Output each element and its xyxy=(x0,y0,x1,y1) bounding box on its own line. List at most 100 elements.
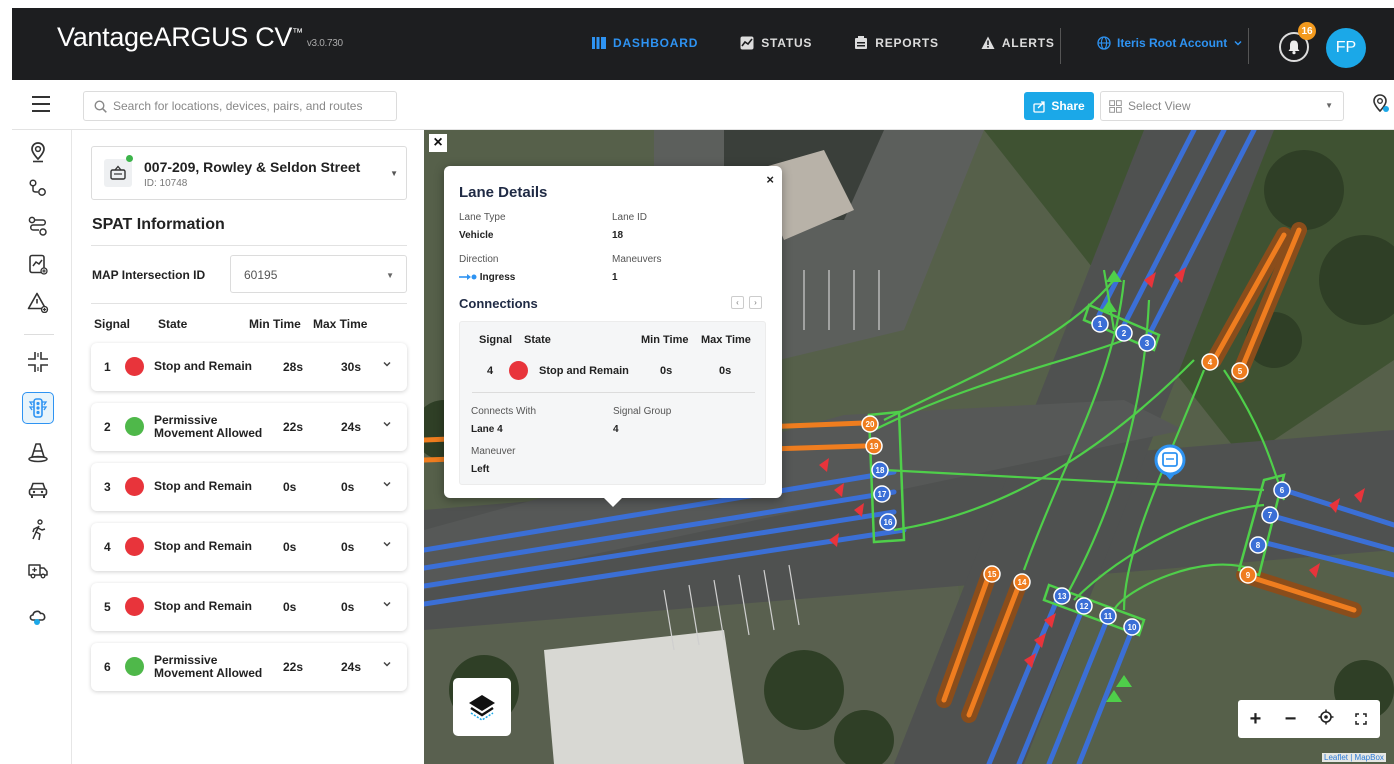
pedestrian-icon xyxy=(32,519,46,541)
nav-alerts[interactable]: ALERTS xyxy=(981,36,1055,50)
lane-marker-label: 1 xyxy=(1098,320,1103,329)
col-header-signal: Signal xyxy=(94,317,131,331)
caret-down-icon: ▼ xyxy=(1325,101,1333,110)
close-panel-icon[interactable]: × xyxy=(429,134,447,152)
signal-row[interactable]: 1 Stop and Remain 28s 30s xyxy=(91,343,407,391)
fullscreen-button[interactable] xyxy=(1343,708,1378,731)
map-controls: + − xyxy=(1238,700,1380,738)
map-view[interactable]: 1 2 3 6 7 8 10 11 12 13 16 17 18 4 5 9 14 15 19 20 × × Lane… xyxy=(424,130,1394,764)
rail-intersection[interactable] xyxy=(22,346,54,378)
expand-chevron-icon[interactable] xyxy=(382,539,392,552)
lane-marker-label: 19 xyxy=(870,442,879,451)
search-input[interactable] xyxy=(113,99,383,113)
signal-number: 5 xyxy=(104,600,111,614)
signal-row[interactable]: 4 Stop and Remain 0s 0s xyxy=(91,523,407,571)
connects-with-value: Lane 4 xyxy=(471,424,503,435)
signal-state: Stop and Remain xyxy=(154,539,253,553)
rail-reports[interactable] xyxy=(22,248,54,280)
map-intersection-id-value: 60195 xyxy=(244,268,278,282)
status-icon xyxy=(740,36,754,50)
divider xyxy=(1060,28,1061,64)
user-avatar[interactable]: FP xyxy=(1326,28,1366,68)
signal-state-dot xyxy=(125,597,144,616)
expand-chevron-icon[interactable] xyxy=(382,659,392,672)
app-root: VantageARGUS CV™v3.0.730 DASHBOARD STATU… xyxy=(0,0,1394,764)
rail-vehicles[interactable] xyxy=(22,474,54,506)
signal-state-dot xyxy=(125,417,144,436)
spat-panel: 007-209, Rowley & Seldon Street ID: 1074… xyxy=(73,130,424,764)
signal-max-time: 0s xyxy=(341,480,355,494)
divider xyxy=(91,303,407,304)
direction-text: Ingress xyxy=(479,272,516,283)
lane-marker-label: 16 xyxy=(884,518,893,527)
traffic-light-icon xyxy=(28,398,48,418)
globe-icon xyxy=(1097,36,1111,50)
intersection-device-icon xyxy=(104,159,132,187)
signal-max-time: 0s xyxy=(341,540,355,554)
rail-locations[interactable] xyxy=(22,136,54,168)
account-label: Iteris Root Account xyxy=(1117,36,1228,50)
select-view-dropdown[interactable]: Select View ▼ xyxy=(1100,91,1344,121)
signal-number: 3 xyxy=(104,480,111,494)
search-box[interactable] xyxy=(83,91,397,121)
brand-logo[interactable]: VantageARGUS CV™v3.0.730 xyxy=(57,22,343,53)
map-layers-button[interactable] xyxy=(453,678,511,736)
divider xyxy=(472,392,755,393)
nav-dashboard[interactable]: DASHBOARD xyxy=(592,36,698,50)
nav-reports[interactable]: REPORTS xyxy=(854,36,939,50)
zoom-in-button[interactable]: + xyxy=(1238,708,1273,731)
lane-details-title: Lane Details xyxy=(459,184,548,201)
account-selector[interactable]: Iteris Root Account xyxy=(1097,36,1243,50)
col-header-max-time: Max Time xyxy=(313,317,368,331)
menu-icon[interactable] xyxy=(32,96,50,117)
rail-pairs[interactable] xyxy=(22,172,54,204)
divider xyxy=(91,245,407,246)
expand-chevron-icon[interactable] xyxy=(382,419,392,432)
next-page-button[interactable]: › xyxy=(749,296,762,309)
signal-group-value: 4 xyxy=(613,424,619,435)
conn-header-min-time: Min Time xyxy=(641,334,689,346)
signal-state-dot xyxy=(125,657,144,676)
share-button[interactable]: Share xyxy=(1024,92,1094,120)
signal-row[interactable]: 2 Permissive Movement Allowed 22s 24s xyxy=(91,403,407,451)
rail-weather[interactable] xyxy=(22,600,54,632)
conn-min-time: 0s xyxy=(660,365,673,377)
prev-page-button[interactable]: ‹ xyxy=(731,296,744,309)
expand-chevron-icon[interactable] xyxy=(382,479,392,492)
signal-row[interactable]: 6 Permissive Movement Allowed 22s 24s xyxy=(91,643,407,691)
nav-dashboard-label: DASHBOARD xyxy=(613,36,699,50)
bell-icon xyxy=(1288,40,1300,55)
rail-workzones[interactable] xyxy=(22,436,54,468)
col-header-state: State xyxy=(158,317,188,331)
nav-status[interactable]: STATUS xyxy=(740,36,812,50)
conn-header-max-time: Max Time xyxy=(701,334,751,346)
expand-chevron-icon[interactable] xyxy=(382,599,392,612)
lane-marker-label: 8 xyxy=(1256,541,1261,550)
direction-label: Direction xyxy=(459,254,499,265)
close-icon[interactable]: × xyxy=(766,172,774,187)
lane-marker-label: 20 xyxy=(866,420,875,429)
alert-add-icon xyxy=(27,292,49,313)
location-pin-icon xyxy=(31,142,45,163)
zoom-out-button[interactable]: − xyxy=(1273,708,1308,731)
expand-chevron-icon[interactable] xyxy=(382,359,392,372)
map-intersection-id-select[interactable]: 60195 ▼ xyxy=(230,255,407,293)
lane-marker-label: 3 xyxy=(1145,339,1150,348)
rail-pedestrians[interactable] xyxy=(22,514,54,546)
location-settings-icon[interactable] xyxy=(1372,94,1390,119)
map-attribution[interactable]: Leaflet | MapBox xyxy=(1322,753,1386,762)
signal-row[interactable]: 3 Stop and Remain 0s 0s xyxy=(91,463,407,511)
connects-with-label: Connects With xyxy=(471,406,537,417)
signal-row[interactable]: 5 Stop and Remain 0s 0s xyxy=(91,583,407,631)
location-selector[interactable]: 007-209, Rowley & Seldon Street ID: 1074… xyxy=(91,146,407,200)
rail-routes[interactable] xyxy=(22,210,54,242)
ingress-arrow-icon xyxy=(459,274,477,281)
rail-signals[interactable] xyxy=(22,392,54,424)
lane-marker-label: 17 xyxy=(878,490,887,499)
rail-emergency[interactable] xyxy=(22,554,54,586)
traffic-cone-icon xyxy=(28,443,48,463)
locate-button[interactable] xyxy=(1308,708,1343,731)
signal-state: Permissive Movement Allowed xyxy=(154,413,263,440)
rail-alerts[interactable] xyxy=(22,286,54,318)
lane-marker-label: 4 xyxy=(1208,358,1213,367)
